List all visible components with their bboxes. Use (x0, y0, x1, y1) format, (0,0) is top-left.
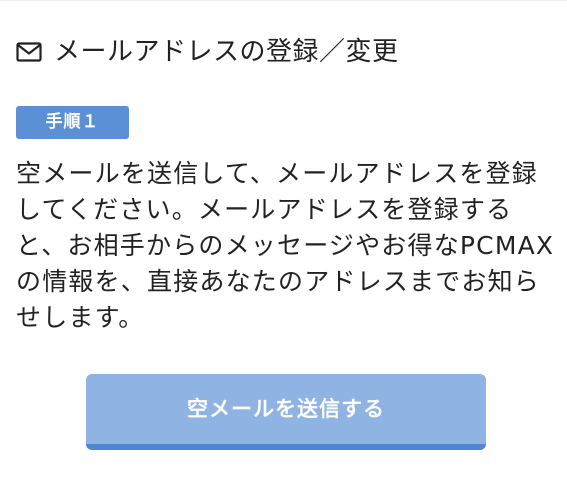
top-divider (0, 0, 567, 1)
step-badge: 手順１ (16, 106, 129, 139)
mail-icon (16, 42, 42, 62)
send-empty-mail-button[interactable]: 空メールを送信する (86, 374, 486, 450)
page-title: メールアドレスの登録／変更 (54, 37, 399, 67)
description-text: 空メールを送信して、メールアドレスを登録してください。メールアドレスを登録すると… (16, 159, 555, 332)
section-header: メールアドレスの登録／変更 (16, 32, 399, 72)
